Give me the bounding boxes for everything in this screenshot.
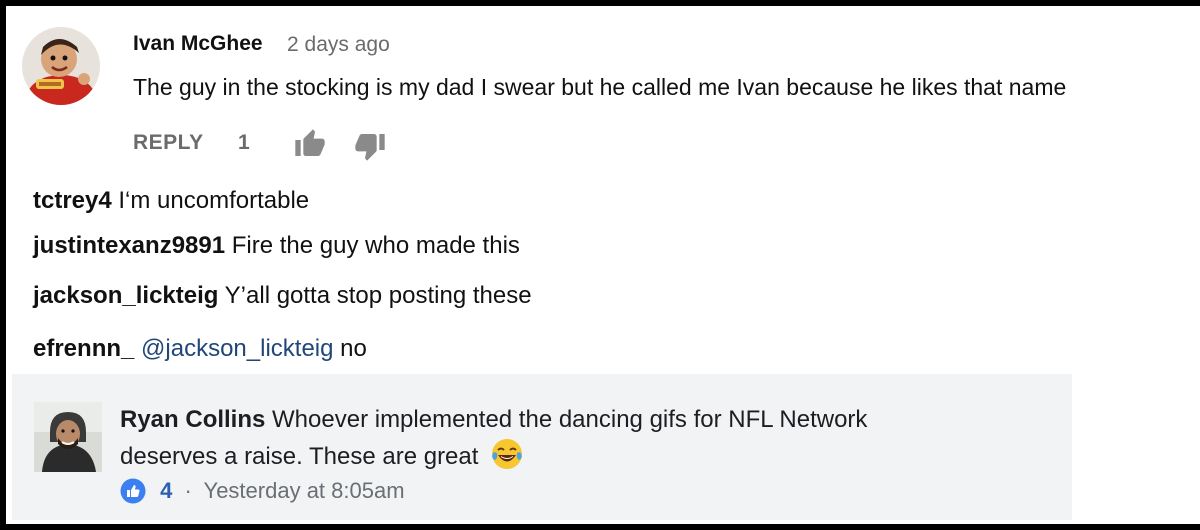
reply-button[interactable]: REPLY <box>133 131 204 155</box>
comment-line: jackson_lickteig Y’all gotta stop postin… <box>33 282 532 310</box>
comment-text: no <box>340 335 367 362</box>
like-reaction-icon[interactable] <box>120 478 146 504</box>
facebook-comment: Ryan Collins Whoever implemented the dan… <box>12 374 1072 520</box>
comment-username[interactable]: justintexanz9891 <box>33 232 225 259</box>
comment-text: Y’all gotta stop posting these <box>224 282 532 309</box>
comment-body: Ryan Collins Whoever implemented the dan… <box>120 402 960 475</box>
comment-line: justintexanz9891 Fire the guy who made t… <box>33 232 520 260</box>
comment-timestamp[interactable]: Yesterday at 8:05am <box>204 478 405 503</box>
thumbs-down-icon[interactable] <box>354 130 386 162</box>
comment-line: tctrey4 I‘m uncomfortable <box>33 187 309 215</box>
comment-username[interactable]: efrennn_ <box>33 335 134 362</box>
thumbs-up-icon[interactable] <box>294 128 326 160</box>
comment-meta: 4 · Yesterday at 8:05am <box>120 478 405 508</box>
comment-text: The guy in the stocking is my dad I swea… <box>133 74 1067 100</box>
user-avatar[interactable] <box>22 27 100 105</box>
laughing-tears-emoji-icon <box>491 438 523 470</box>
mention-link[interactable]: @jackson_lickteig <box>141 335 333 362</box>
comment-author[interactable]: Ryan Collins <box>120 406 265 433</box>
comment-line: efrennn_ @jackson_lickteig no <box>33 335 367 363</box>
reaction-count[interactable]: 4 <box>160 478 172 503</box>
comment-username[interactable]: jackson_lickteig <box>33 282 218 309</box>
meta-separator: · <box>184 478 192 503</box>
comment-text: Fire the guy who made this <box>231 232 520 259</box>
comment-author[interactable]: Ivan McGhee <box>133 32 263 56</box>
comment-text: I‘m uncomfortable <box>118 187 310 214</box>
user-avatar[interactable] <box>34 402 102 472</box>
like-count: 1 <box>238 131 250 154</box>
comment-timestamp[interactable]: 2 days ago <box>287 33 390 57</box>
comment-username[interactable]: tctrey4 <box>33 187 112 214</box>
